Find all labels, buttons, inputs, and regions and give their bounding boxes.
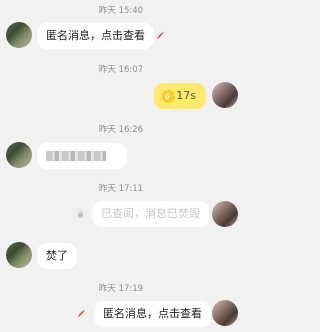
avatar[interactable]: [6, 142, 32, 168]
message-text: 匿名消息，点击查看: [103, 307, 202, 320]
avatar[interactable]: [212, 82, 238, 108]
timestamp: 昨天 17:19: [0, 282, 242, 294]
anonymous-message-bubble[interactable]: 匿名消息，点击查看: [94, 301, 211, 327]
timestamp: 昨天 16:07: [0, 63, 242, 75]
voice-duration: 17s: [176, 89, 196, 102]
text-message-bubble[interactable]: 焚了: [37, 243, 77, 269]
voice-message-bubble[interactable]: 17s: [154, 83, 206, 109]
voice-wave-icon: [162, 90, 175, 103]
message-text: 匿名消息，点击查看: [46, 29, 145, 42]
avatar[interactable]: [212, 201, 238, 227]
anonymous-message-bubble[interactable]: 匿名消息，点击查看: [37, 23, 154, 49]
timestamp: 昨天 17:11: [0, 182, 242, 194]
blurred-message-bubble[interactable]: [37, 143, 127, 169]
avatar[interactable]: [212, 300, 238, 326]
timestamp: 昨天 15:40: [0, 4, 242, 16]
avatar[interactable]: [6, 242, 32, 268]
message-text: 已查阅，消息已焚毁: [101, 207, 200, 220]
burned-message-bubble[interactable]: 已查阅，消息已焚毁: [92, 201, 209, 227]
flame-icon: [156, 31, 165, 40]
avatar[interactable]: [6, 22, 32, 48]
message-text: 焚了: [46, 249, 68, 262]
flame-icon: [77, 309, 86, 318]
mosaic-redaction: [46, 151, 106, 161]
fire-burned-icon: [74, 208, 86, 220]
timestamp: 昨天 16:26: [0, 123, 242, 135]
